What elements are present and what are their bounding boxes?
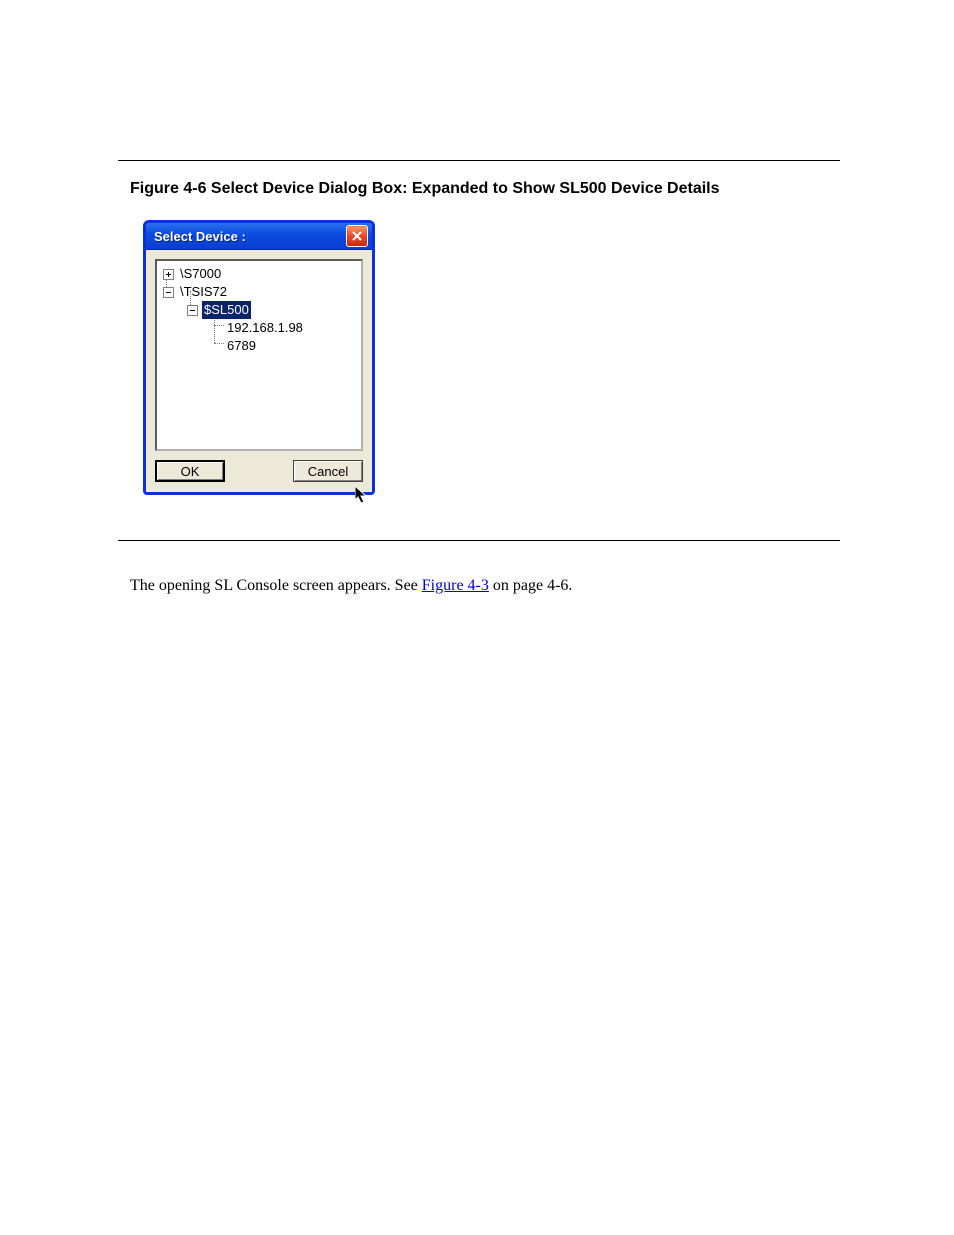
tree-item-ip[interactable]: 192.168.1.98 [161, 319, 357, 337]
device-tree[interactable]: \S7000 \TSIS72 $SL500 [155, 259, 363, 451]
minus-icon[interactable] [187, 305, 198, 316]
select-device-dialog: Select Device : [143, 220, 375, 495]
body-paragraph: The opening SL Console screen appears. S… [130, 575, 840, 597]
cancel-button[interactable]: Cancel [293, 460, 363, 482]
tree-item-label: $SL500 [202, 301, 251, 319]
close-icon [351, 230, 363, 242]
figure-link[interactable]: Figure 4-3 [422, 577, 489, 594]
body-suffix: on page 4-6. [489, 577, 573, 594]
close-button[interactable] [346, 225, 368, 247]
tree-item-s7000[interactable]: \S7000 [161, 265, 357, 283]
tree-item-label: 192.168.1.98 [225, 319, 305, 337]
titlebar[interactable]: Select Device : [146, 223, 372, 250]
body-prefix: The opening SL Console screen appears. S… [130, 577, 422, 594]
minus-icon[interactable] [163, 287, 174, 298]
plus-icon[interactable] [163, 269, 174, 280]
dialog-title: Select Device : [154, 229, 246, 244]
tree-item-tsis72[interactable]: \TSIS72 [161, 283, 357, 301]
rule-bottom [118, 540, 840, 541]
tree-item-port[interactable]: 6789 [161, 337, 357, 355]
tree-item-sl500[interactable]: $SL500 [161, 301, 357, 319]
tree-item-label: 6789 [225, 337, 258, 355]
rule-top [118, 160, 840, 161]
tree-item-label: \S7000 [178, 265, 223, 283]
dialog-body: \S7000 \TSIS72 $SL500 [146, 250, 372, 492]
ok-button[interactable]: OK [155, 460, 225, 482]
tree-item-label: \TSIS72 [178, 283, 229, 301]
dialog-buttons: OK Cancel [155, 460, 363, 482]
page: Figure 4-6 Select Device Dialog Box: Exp… [0, 0, 954, 1235]
figure-caption: Figure 4-6 Select Device Dialog Box: Exp… [130, 180, 720, 198]
